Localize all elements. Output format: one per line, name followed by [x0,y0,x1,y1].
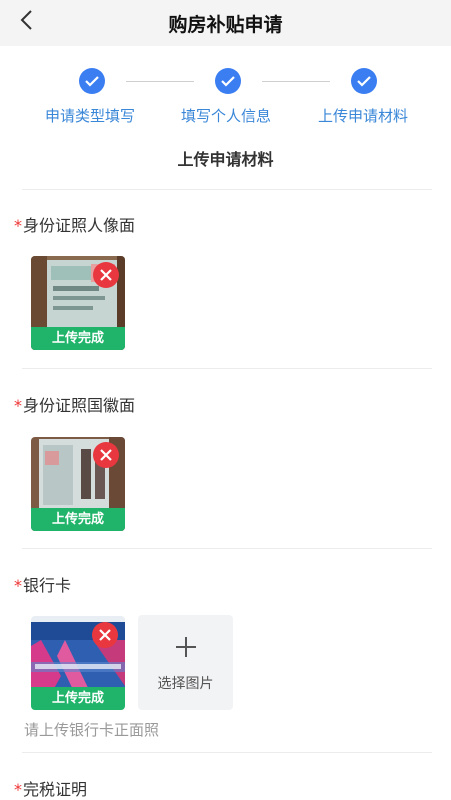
nav-bar: 购房补贴申请 [0,0,451,46]
required-mark: * [14,216,22,235]
upload-status-badge: 上传完成 [31,327,125,350]
select-image-button[interactable]: 选择图片 [138,615,233,710]
divider [22,548,432,549]
divider [22,752,432,753]
select-image-label: 选择图片 [157,676,214,692]
page-title: 购房补贴申请 [168,14,283,36]
field-label-id-front: *身份证照人像面 [14,212,135,236]
remove-image-close-icon[interactable] [92,622,118,648]
step-connector [126,81,194,82]
progress-steps: 申请类型填写 填写个人信息 上传申请材料 [0,64,451,134]
upload-status-badge: 上传完成 [31,687,125,710]
step-connector [262,81,330,82]
field-label-bank-card: *银行卡 [14,572,71,596]
field-label-id-back: *身份证照国徽面 [14,392,135,416]
step-1-check-icon [79,68,105,94]
step-1-label: 申请类型填写 [45,107,136,125]
required-mark: * [14,780,22,799]
field-label-text: 完税证明 [23,780,88,799]
bank-card-hint: 请上传银行卡正面照 [24,721,160,739]
step-3-check-icon [351,68,377,94]
field-label-tax-certificate: *完税证明 [14,776,87,800]
field-label-text: 身份证照国徽面 [23,396,136,415]
step-2-check-icon [215,68,241,94]
field-label-text: 银行卡 [23,576,72,595]
required-mark: * [14,576,22,595]
remove-image-close-icon[interactable] [93,262,119,288]
remove-image-close-icon[interactable] [93,442,119,468]
plus-icon [176,637,196,657]
section-title: 上传申请材料 [177,150,274,169]
required-mark: * [14,396,22,415]
divider [22,368,432,369]
step-3-label: 上传申请材料 [318,107,409,125]
field-label-text: 身份证照人像面 [23,216,136,235]
upload-status-badge: 上传完成 [31,508,125,531]
divider [22,189,432,190]
step-2-label: 填写个人信息 [181,107,272,125]
